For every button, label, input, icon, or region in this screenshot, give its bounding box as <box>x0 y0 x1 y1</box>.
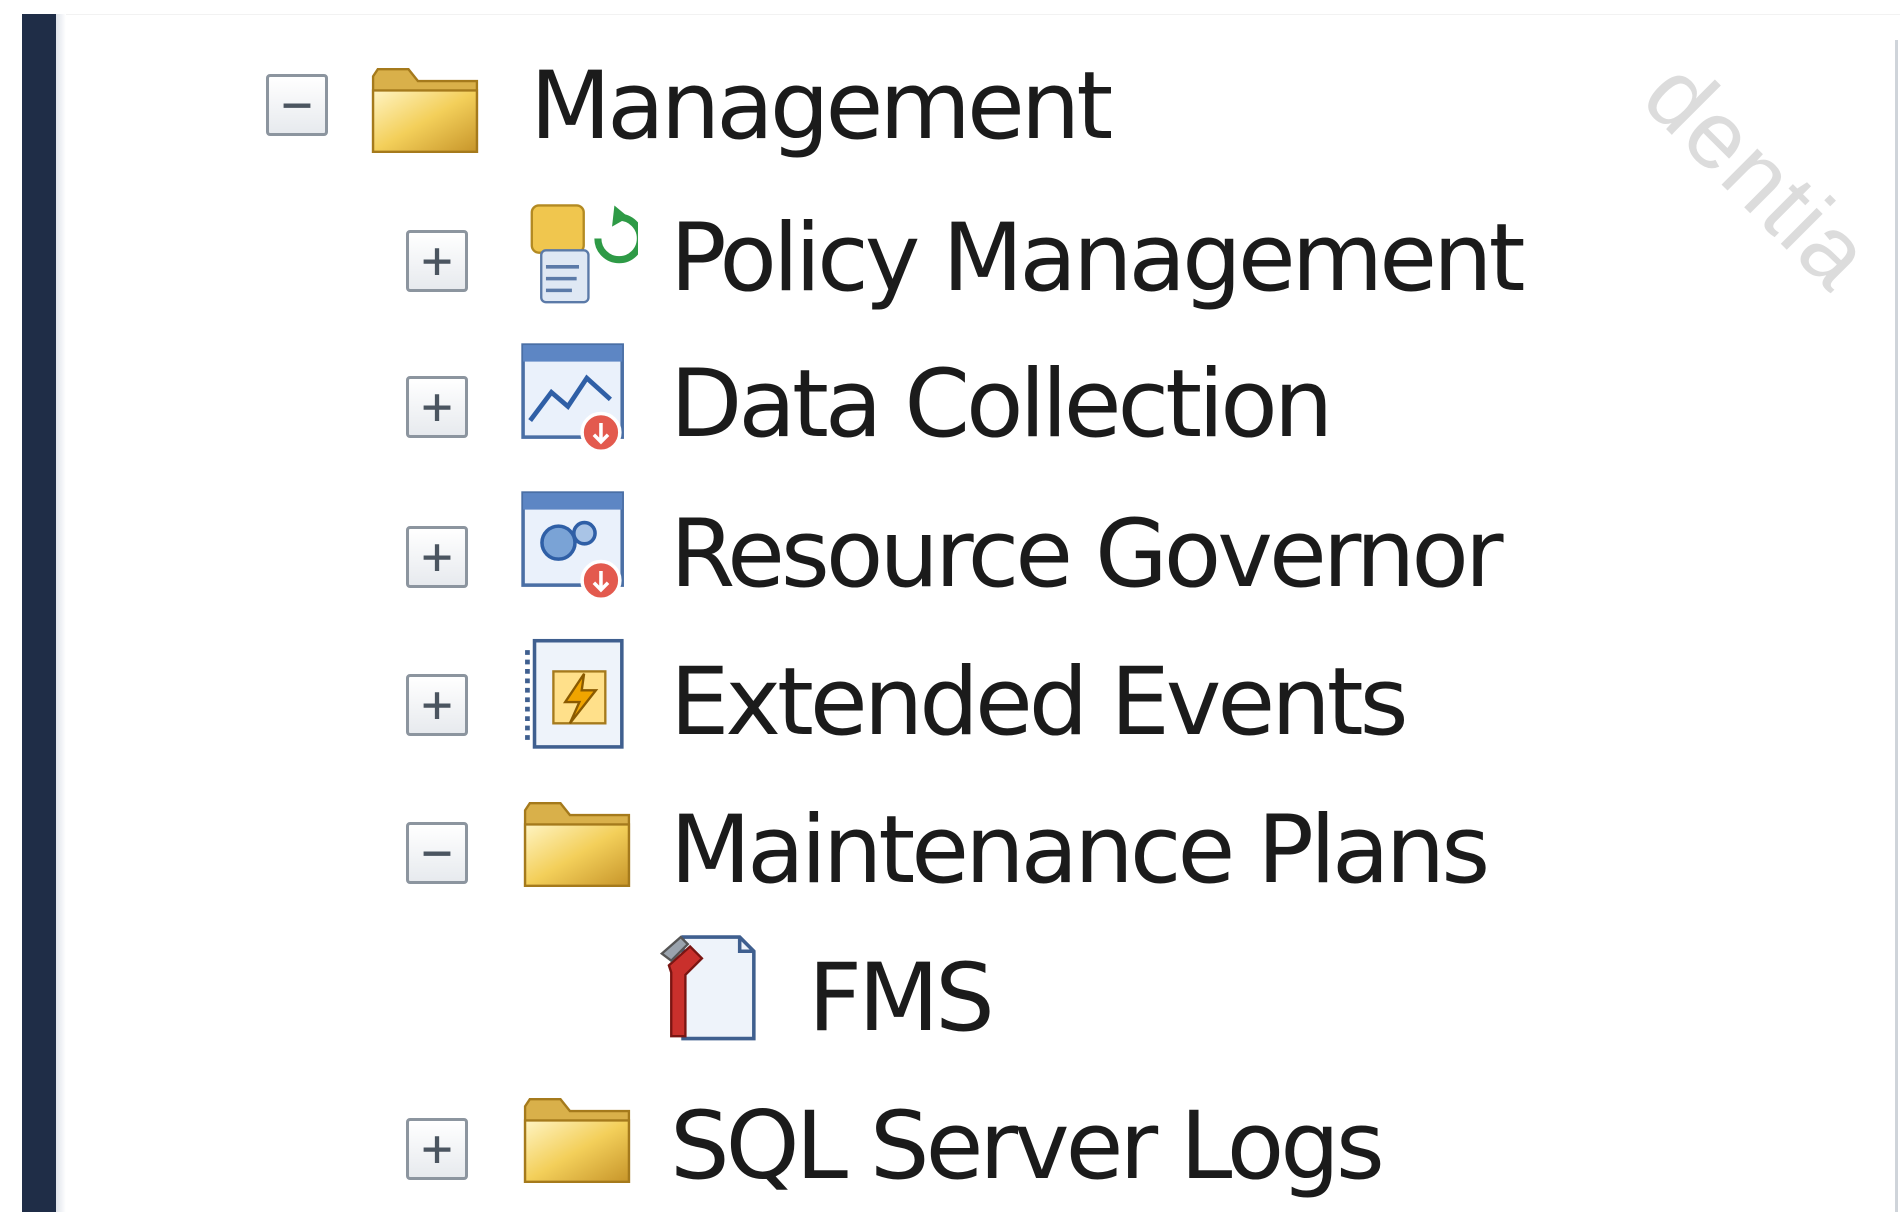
watermark-text: dentia <box>1623 40 1893 310</box>
tree-node-sql-server-logs[interactable]: + SQL Server Logs <box>400 1078 1500 1208</box>
tree-node-label: Data Collection <box>670 350 1333 459</box>
left-panel-edge-shadow <box>56 14 66 1212</box>
tree-node-management[interactable]: − Management <box>260 42 1160 172</box>
tree-node-extended-events[interactable]: + Extended Events <box>400 634 1500 764</box>
tree-node-data-collection[interactable]: + Data Collection <box>400 338 1500 468</box>
data-collection-icon <box>521 343 624 454</box>
plus-icon: + <box>421 1119 453 1179</box>
object-explorer-panel: dentia − Management + Policy Management … <box>0 0 1900 1212</box>
resource-governor-icon <box>521 491 624 602</box>
top-divider <box>66 14 1900 15</box>
tree-node-label: SQL Server Logs <box>670 1092 1385 1201</box>
collapse-toggle[interactable]: − <box>406 822 468 884</box>
tree-node-label: Management <box>530 52 1113 161</box>
expand-toggle[interactable]: + <box>406 1118 468 1180</box>
expand-toggle[interactable]: + <box>406 526 468 588</box>
tree-node-label: Resource Governor <box>670 500 1503 609</box>
minus-icon: − <box>281 75 313 135</box>
expand-toggle[interactable]: + <box>406 376 468 438</box>
plus-icon: + <box>421 527 453 587</box>
plus-icon: + <box>421 377 453 437</box>
expand-toggle[interactable]: + <box>406 674 468 736</box>
tree-node-label: FMS <box>808 944 995 1053</box>
tree-node-fms[interactable]: FMS <box>540 930 1240 1060</box>
tree-node-resource-governor[interactable]: + Resource Governor <box>400 486 1503 616</box>
folder-icon <box>523 802 631 888</box>
folder-icon <box>371 68 479 154</box>
policy-management-icon <box>530 204 638 304</box>
plus-icon: + <box>421 231 453 291</box>
plus-icon: + <box>421 675 453 735</box>
collapse-toggle[interactable]: − <box>266 74 328 136</box>
maintenance-plan-icon <box>659 935 756 1041</box>
tree-node-maintenance-plans[interactable]: − Maintenance Plans <box>400 782 1500 912</box>
extended-events-icon <box>525 638 624 749</box>
left-panel-edge <box>22 14 56 1212</box>
tree-node-label: Maintenance Plans <box>670 796 1490 905</box>
tree-node-label: Policy Management <box>670 204 1525 313</box>
tree-node-label: Extended Events <box>670 648 1409 757</box>
minus-icon: − <box>421 823 453 883</box>
right-panel-border <box>1895 40 1898 1212</box>
expand-toggle[interactable]: + <box>406 230 468 292</box>
tree-node-policy-management[interactable]: + Policy Management <box>400 190 1525 320</box>
folder-icon <box>523 1098 631 1184</box>
